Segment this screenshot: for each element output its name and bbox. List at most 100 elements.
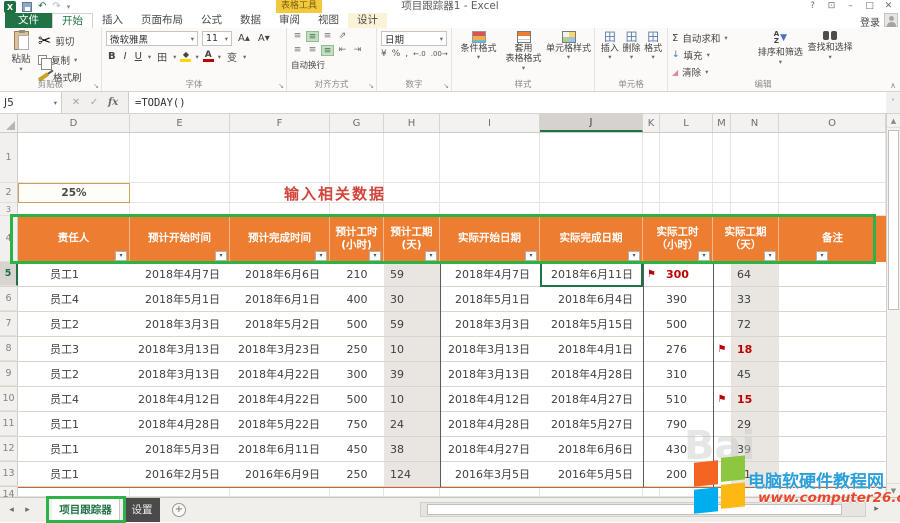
close-button[interactable]: ✕ <box>879 0 898 13</box>
row-header[interactable]: 5 <box>0 262 18 286</box>
cell-act-start[interactable]: 2018年3月13日 <box>440 337 540 361</box>
empty-cell[interactable] <box>779 133 886 183</box>
column-header-f[interactable]: F <box>230 114 330 132</box>
cell-act-end[interactable]: 2018年5月27日 <box>540 412 643 436</box>
find-select-button[interactable]: 查找和选择 ▾ <box>805 31 855 78</box>
underline-button[interactable]: U <box>133 51 144 62</box>
excel-app-icon[interactable]: X <box>4 1 16 13</box>
select-all-corner[interactable] <box>0 114 18 132</box>
cell-note[interactable] <box>779 437 886 461</box>
vertical-scrollbar[interactable]: ▲ ▼ <box>886 114 900 497</box>
ribbon-display-button[interactable]: ⊡ <box>822 0 841 13</box>
insert-function-icon[interactable]: fx <box>108 97 118 108</box>
font-color-icon[interactable]: A <box>203 51 214 62</box>
cell-hours-flag[interactable]: ⚑ <box>643 287 660 311</box>
sheet-nav-prev-icon[interactable]: ◂ <box>4 498 19 522</box>
cell-act-hours[interactable]: 300 <box>660 262 713 286</box>
cell-act-start[interactable]: 2018年4月7日 <box>440 262 540 286</box>
decrease-decimal-icon[interactable]: .00→ <box>431 50 448 58</box>
cell-est-end[interactable]: 2018年6月1日 <box>230 287 330 311</box>
cell-act-end[interactable]: 2018年5月15日 <box>540 312 643 336</box>
cut-button[interactable]: ✂剪切 <box>38 31 82 50</box>
empty-cell[interactable] <box>130 487 230 497</box>
cell-note[interactable] <box>779 362 886 386</box>
cell-note[interactable] <box>779 387 886 411</box>
cell-est-start[interactable]: 2018年4月28日 <box>130 412 230 436</box>
percent-style-icon[interactable]: % <box>392 49 401 59</box>
cell-act-days[interactable]: 33 <box>731 287 779 311</box>
column-header-n[interactable]: N <box>731 114 779 132</box>
insert-cells-button[interactable]: 田 插入 ▾ <box>599 31 621 78</box>
align-right-icon[interactable]: ≡ <box>321 45 334 56</box>
cell-est-end[interactable]: 2018年5月2日 <box>230 312 330 336</box>
cell-owner[interactable]: 员工4 <box>18 287 130 311</box>
cell-act-days[interactable]: 72 <box>731 312 779 336</box>
tab-insert[interactable]: 插入 <box>93 13 132 28</box>
tab-design[interactable]: 设计 <box>348 13 387 28</box>
formula-input[interactable]: =TODAY() <box>128 92 886 113</box>
restore-button[interactable]: □ <box>860 0 879 13</box>
cell-est-days[interactable]: 10 <box>384 387 440 411</box>
italic-button[interactable]: I <box>122 51 129 62</box>
cell-est-end[interactable]: 2018年4月22日 <box>230 387 330 411</box>
align-left-icon[interactable]: ≡ <box>291 45 304 56</box>
cell-note[interactable] <box>779 312 886 336</box>
cell-est-hours[interactable]: 210 <box>330 262 384 286</box>
formula-bar-expand-icon[interactable]: ˅ <box>886 92 900 113</box>
cell-note[interactable] <box>779 262 886 286</box>
empty-cell[interactable] <box>540 133 643 183</box>
orientation-icon[interactable]: ⇗ <box>336 31 349 42</box>
tab-review[interactable]: 审阅 <box>270 13 309 28</box>
phonetic-icon[interactable]: 变 <box>225 49 239 64</box>
empty-cell[interactable] <box>440 183 540 203</box>
qat-customize-icon[interactable]: ▾ <box>67 3 71 11</box>
new-sheet-icon[interactable]: + <box>172 503 186 517</box>
clear-button[interactable]: ◢清除▾ <box>672 65 756 79</box>
cell-owner[interactable]: 员工1 <box>18 462 130 486</box>
cell-est-end[interactable]: 2018年4月22日 <box>230 362 330 386</box>
cell-est-hours[interactable]: 400 <box>330 287 384 311</box>
sort-filter-button[interactable]: AZ▼ 排序和筛选 ▾ <box>756 31 806 78</box>
cell-act-start[interactable]: 2018年3月3日 <box>440 312 540 336</box>
cell-owner[interactable]: 员工1 <box>18 412 130 436</box>
row-header-2[interactable]: 2 <box>0 183 18 203</box>
tab-home[interactable]: 开始 <box>52 13 93 28</box>
cell-est-start[interactable]: 2018年5月3日 <box>130 437 230 461</box>
cell-est-days[interactable]: 24 <box>384 412 440 436</box>
empty-cell[interactable] <box>384 487 440 497</box>
empty-cell[interactable] <box>330 133 384 183</box>
row-header-14[interactable]: 14 <box>0 487 18 497</box>
dialog-launcher-icon[interactable]: ↘ <box>443 82 449 90</box>
cell-owner[interactable]: 员工4 <box>18 387 130 411</box>
cell-est-hours[interactable]: 300 <box>330 362 384 386</box>
cell-act-start[interactable]: 2018年5月1日 <box>440 287 540 311</box>
decrease-font-icon[interactable]: A▾ <box>256 33 272 44</box>
align-center-icon[interactable]: ≡ <box>306 45 319 56</box>
font-size-combo[interactable]: 11▾ <box>202 31 232 46</box>
empty-cell[interactable] <box>440 487 540 497</box>
dialog-launcher-icon[interactable]: ↘ <box>93 82 99 90</box>
empty-cell[interactable] <box>330 487 384 497</box>
column-header-d[interactable]: D <box>18 114 130 132</box>
tab-formulas[interactable]: 公式 <box>192 13 231 28</box>
cell-act-start[interactable]: 2018年4月12日 <box>440 387 540 411</box>
column-header-i[interactable]: I <box>440 114 540 132</box>
empty-cell[interactable] <box>540 487 643 497</box>
decrease-indent-icon[interactable]: ⇤ <box>336 45 349 56</box>
cell-est-start[interactable]: 2018年3月13日 <box>130 362 230 386</box>
cell-est-days[interactable]: 39 <box>384 362 440 386</box>
empty-cell[interactable] <box>643 133 660 183</box>
progress-cell[interactable]: 25% <box>18 183 130 203</box>
cell-act-start[interactable]: 2018年4月27日 <box>440 437 540 461</box>
sheet-nav-next-icon[interactable]: ▸ <box>20 498 35 522</box>
cell-est-start[interactable]: 2016年2月5日 <box>130 462 230 486</box>
empty-cell[interactable] <box>660 183 713 203</box>
cell-est-start[interactable]: 2018年4月12日 <box>130 387 230 411</box>
row-header[interactable]: 9 <box>0 362 18 386</box>
cell-hours-flag[interactable]: ⚑ <box>643 387 660 411</box>
empty-cell[interactable] <box>540 183 643 203</box>
cell-est-days[interactable]: 10 <box>384 337 440 361</box>
increase-decimal-icon[interactable]: ←.0 <box>413 50 426 58</box>
cell-act-days[interactable]: 45 <box>731 362 779 386</box>
cell-act-days[interactable]: 15 <box>731 387 779 411</box>
